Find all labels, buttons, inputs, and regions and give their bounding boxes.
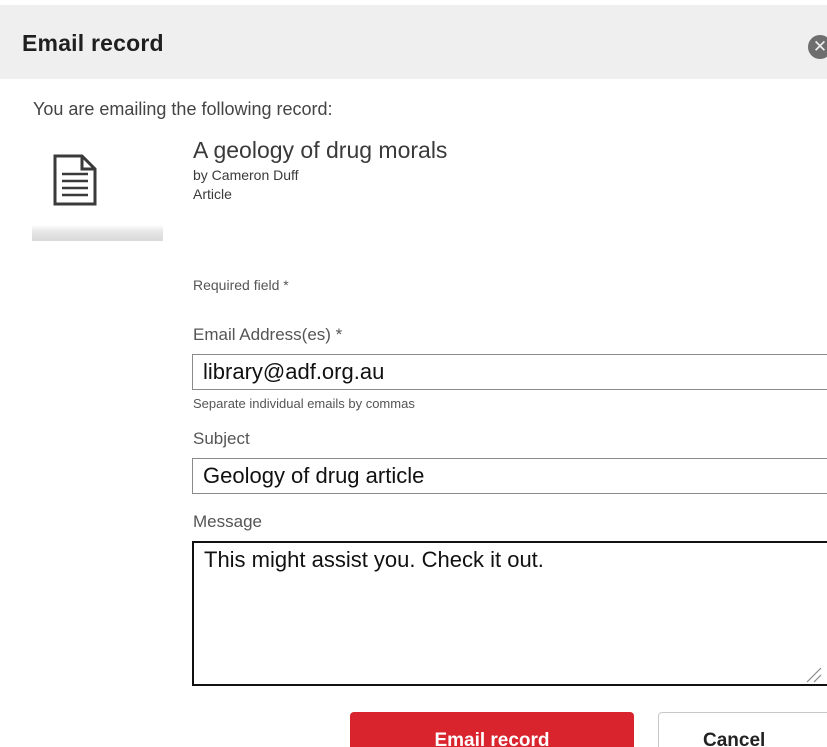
subject-input[interactable]	[192, 458, 827, 494]
dialog-title: Email record	[22, 30, 164, 56]
dialog-header: Email record ✕	[0, 5, 827, 79]
close-icon[interactable]: ✕	[808, 35, 827, 59]
intro-text: You are emailing the following record:	[33, 99, 333, 119]
email-address-input[interactable]	[192, 354, 827, 390]
record-title: A geology of drug morals	[193, 137, 448, 163]
subject-label: Subject	[193, 429, 250, 448]
resize-handle-icon[interactable]	[804, 665, 822, 683]
record-author: by Cameron Duff	[193, 167, 299, 183]
record-format: Article	[193, 186, 232, 202]
message-textarea[interactable]: This might assist you. Check it out.	[192, 541, 827, 686]
document-icon	[53, 154, 97, 206]
required-field-note: Required field *	[193, 277, 289, 293]
message-label: Message	[193, 512, 262, 531]
email-help-text: Separate individual emails by commas	[193, 396, 415, 411]
email-record-dialog: Email record ✕ You are emailing the foll…	[0, 0, 827, 747]
cancel-button[interactable]: Cancel	[658, 712, 827, 747]
email-record-button[interactable]: Email record	[350, 712, 634, 747]
email-address-label: Email Address(es) *	[193, 325, 343, 344]
